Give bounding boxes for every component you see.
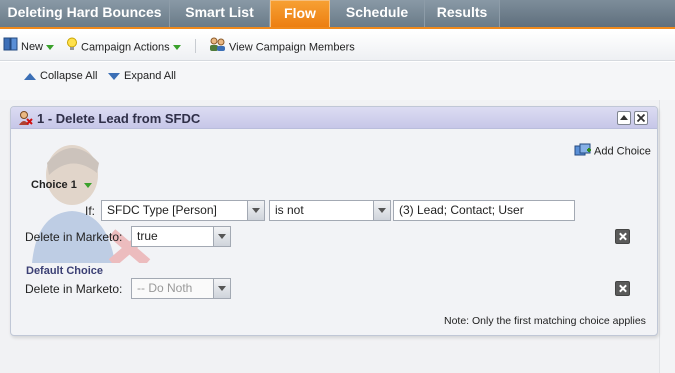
add-choice-icon (574, 143, 592, 160)
value-input[interactable]: (3) Lead; Contact; User (393, 200, 575, 221)
expand-all-button[interactable]: Expand All (108, 70, 176, 82)
delete-in-marketo-select[interactable]: true (131, 226, 231, 247)
field-select[interactable]: SFDC Type [Person] (101, 200, 265, 221)
delete-lead-icon (17, 110, 33, 129)
tab-smart-list[interactable]: Smart List (170, 0, 270, 27)
remove-choice-1-button[interactable] (615, 229, 630, 244)
vertical-scrollbar[interactable] (659, 100, 675, 373)
delete-in-marketo-value: true (137, 229, 158, 243)
tab-flow[interactable]: Flow (270, 0, 330, 27)
new-book-icon (3, 37, 18, 57)
tab-schedule[interactable]: Schedule (330, 0, 425, 27)
add-choice-button[interactable]: Add Choice (574, 143, 651, 160)
chevron-down-icon (46, 44, 55, 50)
field-select-dropdown-icon[interactable] (247, 201, 264, 220)
toolbar: New Campaign Actions View Campaign Membe… (0, 31, 675, 61)
collapse-all-label: Collapse All (40, 70, 98, 82)
view-campaign-members-label: View Campaign Members (229, 41, 355, 54)
choice-1-label: Choice 1 (31, 179, 77, 191)
close-step-button[interactable] (634, 111, 648, 125)
default-choice-label: Default Choice (26, 265, 104, 277)
campaign-actions-button[interactable]: Campaign Actions (66, 37, 181, 55)
collapse-all-button[interactable]: Collapse All (24, 70, 97, 82)
chevron-down-icon (172, 45, 181, 50)
flow-controls: Collapse All Expand All (0, 62, 675, 100)
new-label: New (21, 40, 44, 53)
collapse-icon (24, 72, 36, 80)
matching-choice-note: Note: Only the first matching choice app… (444, 315, 646, 327)
close-icon (636, 113, 646, 123)
tab-campaign-name[interactable]: Deleting Hard Bounces (0, 0, 170, 27)
tab-bar: Deleting Hard Bounces Smart List Flow Sc… (0, 0, 675, 29)
new-button[interactable]: New (3, 37, 55, 57)
operator-select[interactable]: is not (269, 200, 391, 221)
campaign-actions-label: Campaign Actions (81, 41, 170, 54)
operator-select-value: is not (275, 203, 304, 217)
remove-default-choice-button[interactable] (615, 281, 630, 296)
default-delete-in-marketo-select[interactable]: -- Do Noth (131, 278, 231, 299)
expand-icon (108, 72, 120, 80)
view-campaign-members-button[interactable]: View Campaign Members (209, 37, 355, 55)
delete-in-marketo-dropdown-icon[interactable] (213, 227, 230, 246)
flow-canvas: 1 - Delete Lead from SFDC Add Choice Cho (0, 100, 675, 373)
expand-all-label: Expand All (124, 70, 176, 82)
lightbulb-icon (66, 37, 78, 58)
flow-step-panel: 1 - Delete Lead from SFDC Add Choice Cho (10, 106, 658, 336)
if-label: If: (85, 204, 96, 218)
default-delete-in-marketo-value: -- Do Noth (137, 281, 193, 295)
flow-step-title: 1 - Delete Lead from SFDC (37, 111, 201, 126)
default-delete-in-marketo-label: Delete in Marketo: (25, 282, 123, 296)
add-choice-label: Add Choice (594, 145, 651, 158)
triangle-up-icon (620, 115, 628, 120)
tab-results[interactable]: Results (425, 0, 500, 27)
operator-select-dropdown-icon[interactable] (373, 201, 390, 220)
field-select-value: SFDC Type [Person] (107, 203, 217, 217)
default-delete-in-marketo-dropdown-icon[interactable] (213, 279, 230, 298)
people-icon (209, 37, 226, 58)
move-up-button[interactable] (617, 111, 631, 125)
flow-step-header[interactable]: 1 - Delete Lead from SFDC (11, 107, 657, 129)
delete-in-marketo-label: Delete in Marketo: (25, 230, 123, 244)
choice-menu-chevron-icon[interactable] (84, 183, 92, 188)
toolbar-divider (195, 39, 196, 53)
